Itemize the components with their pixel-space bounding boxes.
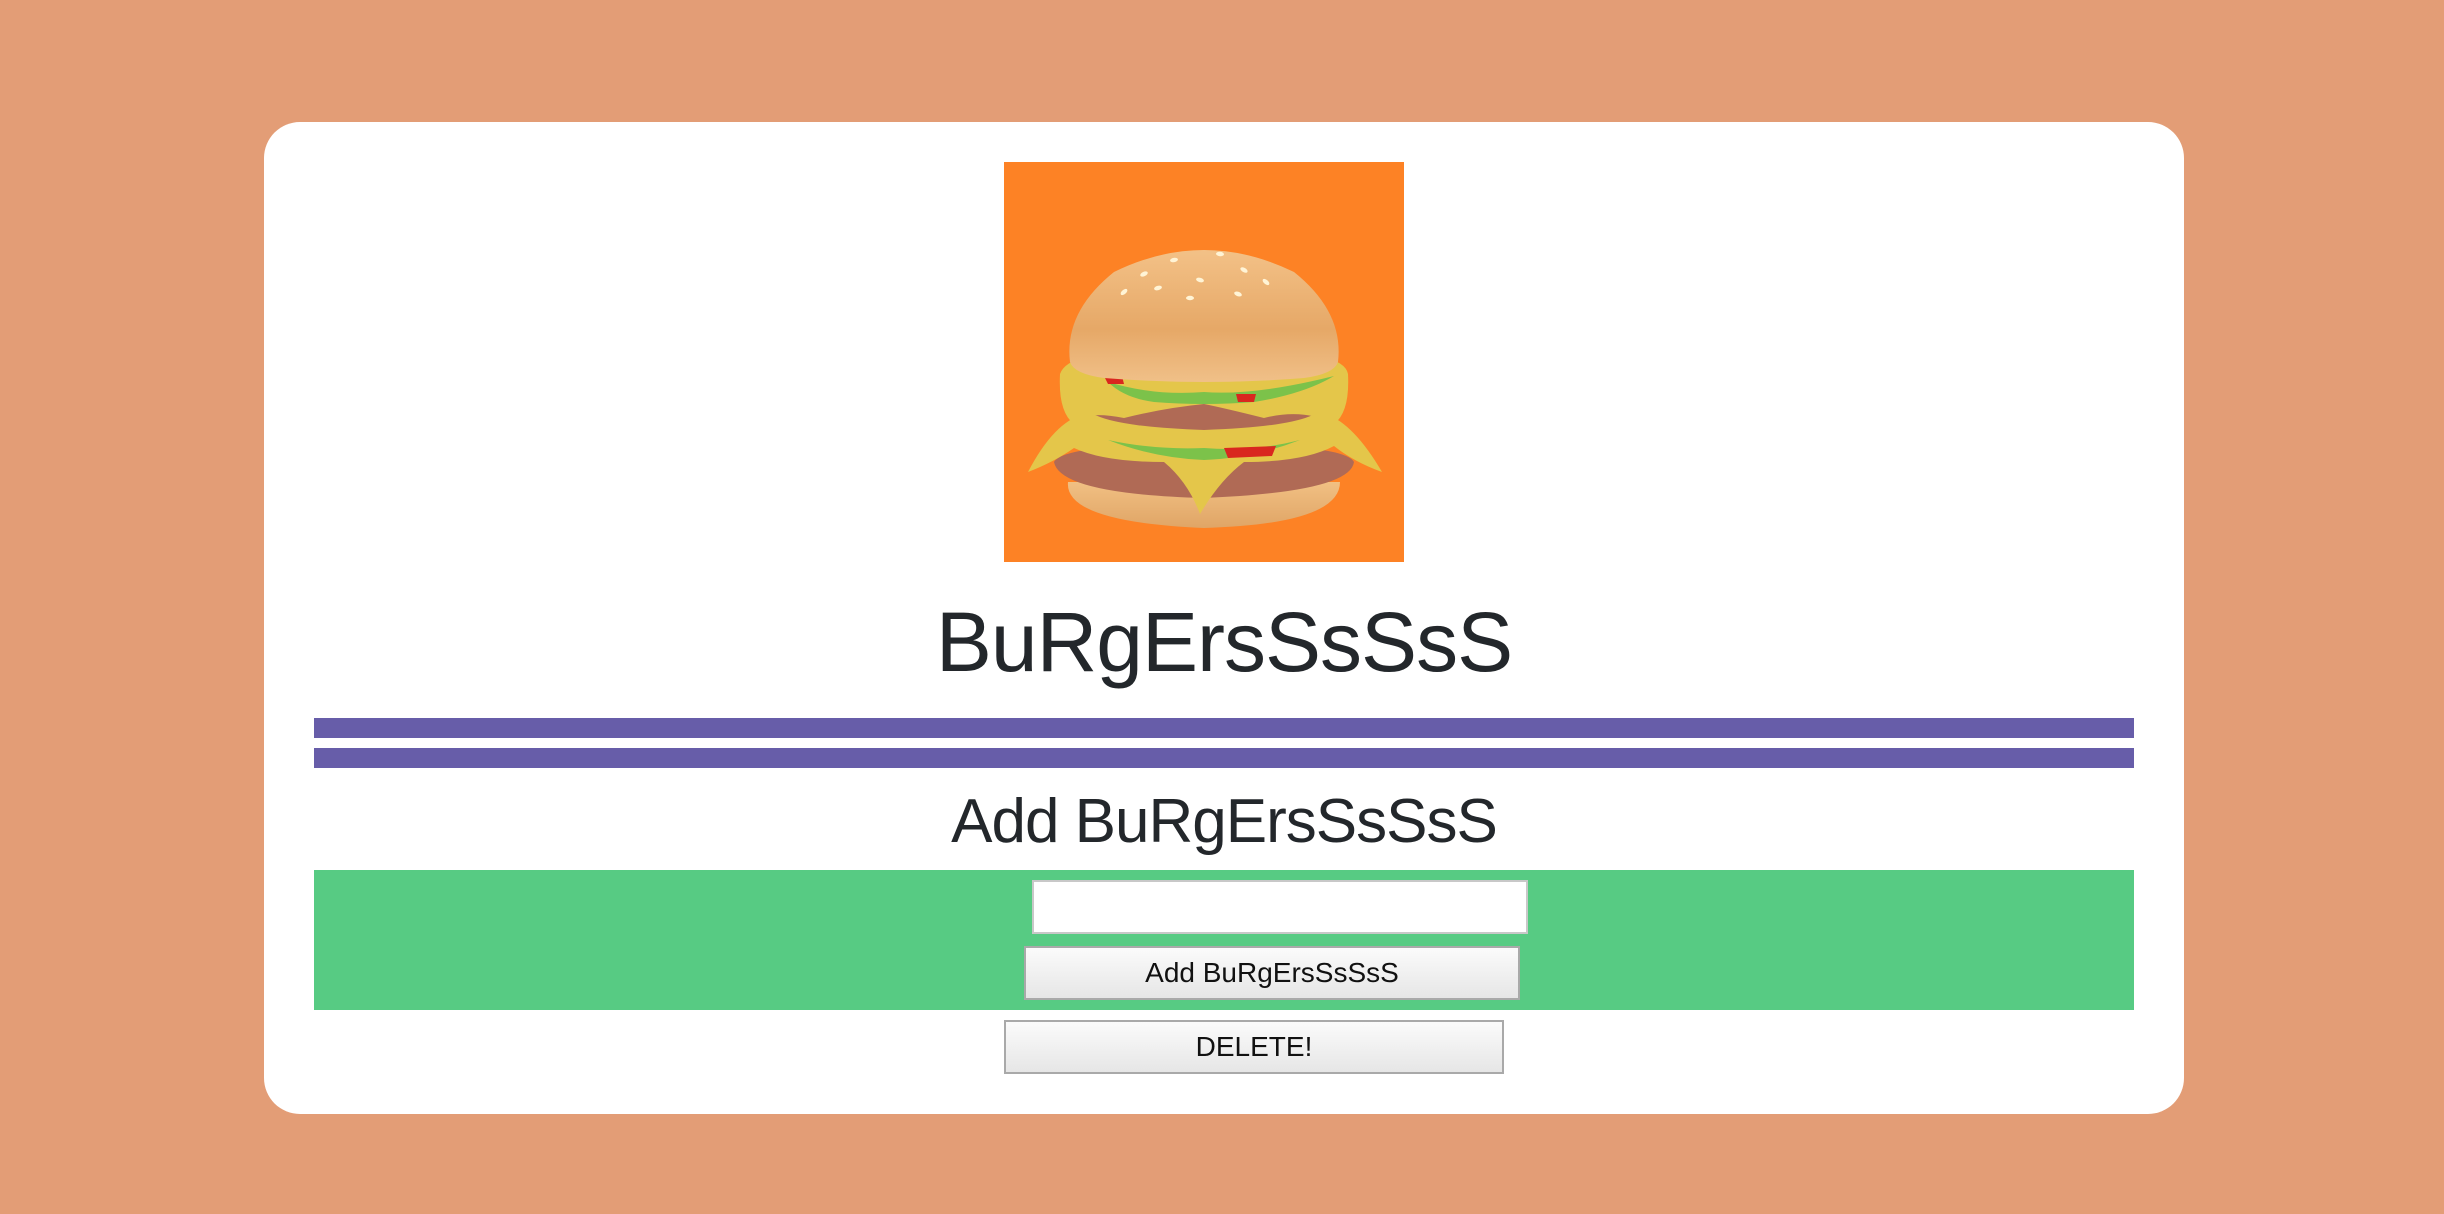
delete-button[interactable]: DELETE! [1004, 1020, 1504, 1074]
add-burger-button[interactable]: Add BuRgErsSsSsS [1024, 946, 1520, 1000]
burger-name-input[interactable] [1032, 880, 1528, 934]
divider-bar-bottom [314, 748, 2134, 768]
page-title: BuRgErsSsSsS [935, 595, 1513, 689]
divider-bar-top [314, 718, 2134, 738]
main-card: BuRgErsSsSsS Add BuRgErsSsSsS Add BuRgEr… [264, 122, 2184, 1114]
add-section-heading: Add BuRgErsSsSsS [951, 787, 1498, 856]
burger-logo-icon [1004, 162, 1404, 562]
add-burger-form: Add BuRgErsSsSsS [314, 870, 2134, 1010]
